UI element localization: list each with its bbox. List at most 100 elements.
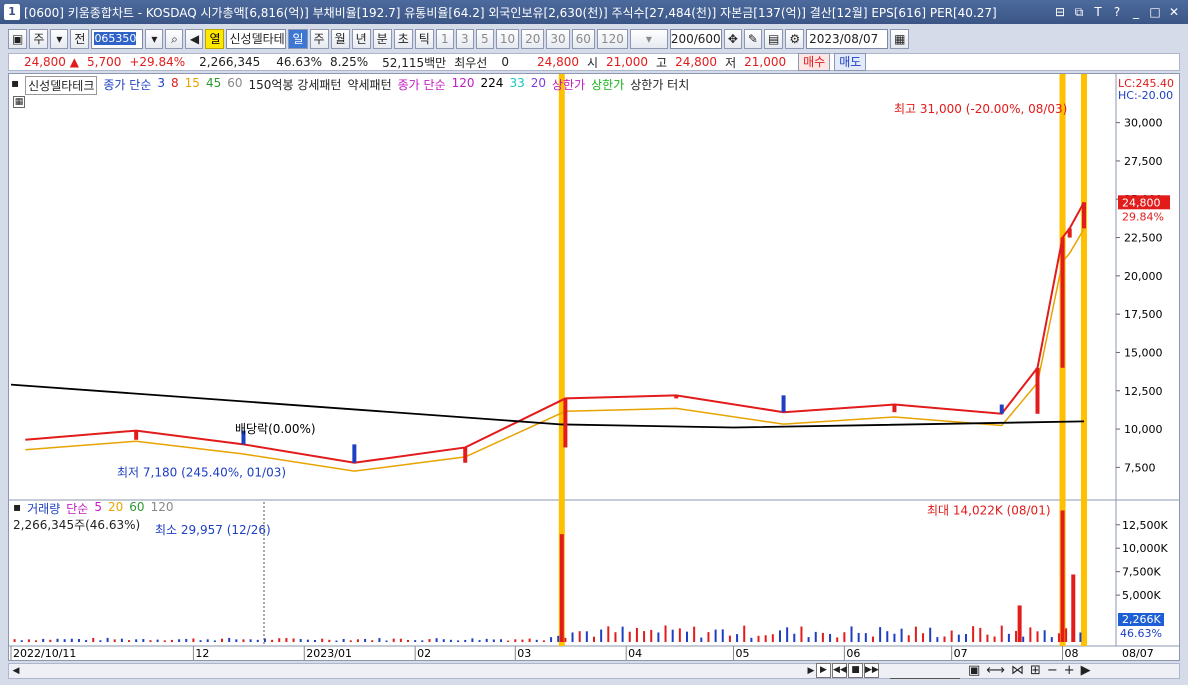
interval-10[interactable]: 10 bbox=[495, 29, 520, 49]
volume-bar bbox=[106, 637, 109, 642]
volume-bar bbox=[929, 627, 932, 642]
trade-amount: 52,115백만 bbox=[382, 55, 447, 70]
speaker-icon[interactable]: ◀ bbox=[185, 29, 204, 49]
interval-30[interactable]: 30 bbox=[546, 29, 570, 49]
tab-minute[interactable]: 분 bbox=[372, 29, 392, 49]
interval-60[interactable]: 60 bbox=[571, 29, 595, 49]
font-icon[interactable]: T bbox=[1092, 5, 1104, 19]
legend-ma-label: 종가 단순 bbox=[103, 78, 152, 92]
volume-bar bbox=[650, 629, 653, 642]
volume-bar bbox=[957, 634, 960, 642]
stop-icon[interactable]: ■ bbox=[848, 663, 863, 678]
tab-year[interactable]: 년 bbox=[351, 29, 371, 49]
volume-bar bbox=[314, 639, 317, 642]
interval-20[interactable]: 20 bbox=[521, 29, 545, 49]
play-icon[interactable]: ▶ bbox=[816, 663, 831, 678]
stock-name-field[interactable]: 신성델타테 bbox=[226, 29, 287, 49]
interval-5[interactable]: 5 bbox=[475, 29, 494, 49]
legend-square-icon: ▪ bbox=[13, 500, 22, 514]
sell-button[interactable]: 매도 bbox=[834, 53, 867, 71]
interval-1[interactable]: 1 bbox=[435, 29, 454, 49]
volume-bar bbox=[70, 638, 73, 642]
volume-legend: ▪ 거래량 단순 5 20 60 120 bbox=[13, 500, 173, 517]
volume-bar bbox=[771, 634, 774, 642]
close-icon[interactable]: ✕ bbox=[1168, 5, 1180, 19]
interval-3[interactable]: 3 bbox=[455, 29, 474, 49]
period-select[interactable]: 주 bbox=[29, 29, 49, 49]
add-icon[interactable]: + bbox=[1064, 663, 1075, 678]
zoom-slider[interactable] bbox=[890, 663, 960, 679]
prev-icon[interactable]: ◀◀ bbox=[832, 663, 847, 678]
zoom-out-icon[interactable]: − bbox=[1047, 663, 1058, 678]
collapse-icon[interactable]: ⋈ bbox=[1011, 663, 1024, 678]
jeon-button[interactable]: 전 bbox=[70, 29, 90, 49]
link-icon[interactable]: ⊟ bbox=[1054, 5, 1066, 19]
legend-weak: 약세패턴 bbox=[347, 78, 392, 92]
search-icon[interactable]: ⌕ bbox=[165, 29, 184, 49]
zoom-buttons: ▣ ⟷ ⋈ ⊞ − + ▶ bbox=[968, 663, 1091, 678]
chart-type-icon[interactable]: ▣ bbox=[8, 29, 28, 49]
volume-bar bbox=[128, 640, 131, 642]
volume-bar bbox=[492, 639, 495, 642]
buy-button[interactable]: 매수 bbox=[798, 53, 831, 71]
help-icon[interactable]: ? bbox=[1111, 5, 1123, 19]
volume-bar bbox=[685, 631, 688, 642]
zoom-in-icon[interactable]: ⊞ bbox=[1030, 663, 1041, 678]
chart-area[interactable]: 30,00027,50025,00022,50020,00017,50015,0… bbox=[8, 73, 1180, 661]
price-chart-svg[interactable]: 30,00027,50025,00022,50020,00017,50015,0… bbox=[9, 74, 1179, 660]
volume-bar bbox=[550, 637, 553, 642]
tab-tick[interactable]: 틱 bbox=[414, 29, 434, 49]
legend-stock-name[interactable]: 신성델타테크 bbox=[25, 76, 98, 95]
x-tick-label: 2023/01 bbox=[306, 647, 352, 660]
draw-icon[interactable]: ✎ bbox=[743, 29, 762, 49]
volume-bar bbox=[178, 639, 181, 642]
interval-120[interactable]: 120 bbox=[596, 29, 628, 49]
hc-label: HC:-20.00 bbox=[1118, 89, 1173, 102]
volume-bar bbox=[900, 628, 903, 642]
save-icon[interactable]: ▤ bbox=[763, 29, 784, 49]
maximize-icon[interactable]: □ bbox=[1149, 5, 1161, 19]
volume-bar bbox=[592, 636, 595, 642]
volume-bar bbox=[407, 639, 410, 642]
scroll-end-icon[interactable]: ▶ bbox=[1081, 663, 1091, 678]
tab-day[interactable]: 일 bbox=[288, 29, 308, 49]
tab-month[interactable]: 월 bbox=[330, 29, 350, 49]
volume-bar bbox=[793, 633, 796, 642]
scroll-left-icon[interactable]: ◀ bbox=[9, 664, 23, 678]
chevron-down-icon[interactable]: ▾ bbox=[50, 29, 69, 49]
price-change: 5,700 bbox=[87, 55, 122, 69]
crosshair-icon[interactable]: ✥ bbox=[723, 29, 742, 49]
gear-icon[interactable]: ⚙ bbox=[785, 29, 805, 49]
vol-ma-5: 5 bbox=[94, 500, 102, 514]
open-button[interactable]: 열 bbox=[205, 29, 225, 49]
volume-bar bbox=[1000, 625, 1003, 642]
candle bbox=[1082, 202, 1086, 229]
volume-bar bbox=[335, 640, 338, 642]
next-icon[interactable]: ▶▶ bbox=[864, 663, 879, 678]
vol-max-annotation: 최대 14,022K (08/01) bbox=[927, 503, 1051, 517]
volume-spike-bar bbox=[1060, 510, 1065, 642]
grid-toggle-icon[interactable]: ▦ bbox=[13, 96, 25, 108]
tab-second[interactable]: 초 bbox=[393, 29, 413, 49]
interval-select[interactable]: ▾ bbox=[629, 29, 668, 49]
tab-week[interactable]: 주 bbox=[309, 29, 329, 49]
volume-bar bbox=[521, 639, 524, 642]
volume-bar bbox=[857, 632, 860, 642]
stock-code-input[interactable]: 065350 bbox=[91, 29, 144, 49]
volume-bar bbox=[707, 632, 710, 642]
volume-bar bbox=[292, 638, 295, 642]
calendar-icon[interactable]: ▦ bbox=[890, 29, 910, 49]
expand-icon[interactable]: ⟷ bbox=[986, 663, 1005, 678]
minimize-icon[interactable]: _ bbox=[1130, 5, 1142, 19]
code-dropdown-icon[interactable]: ▾ bbox=[145, 29, 164, 49]
count-input[interactable]: 200/600 bbox=[669, 29, 722, 49]
playback-controls: ▶ ◀◀ ■ ▶▶ bbox=[816, 663, 879, 678]
date-input[interactable]: 2023/08/07 bbox=[806, 29, 889, 49]
volume-spike-bar bbox=[1071, 574, 1076, 642]
x-tick-label: 07 bbox=[954, 647, 968, 660]
volume-bar bbox=[77, 639, 80, 642]
fit-icon[interactable]: ▣ bbox=[968, 663, 980, 678]
volume-bar bbox=[364, 638, 367, 642]
restore-icon[interactable]: ⧉ bbox=[1073, 5, 1085, 19]
volume-bar bbox=[814, 631, 817, 642]
